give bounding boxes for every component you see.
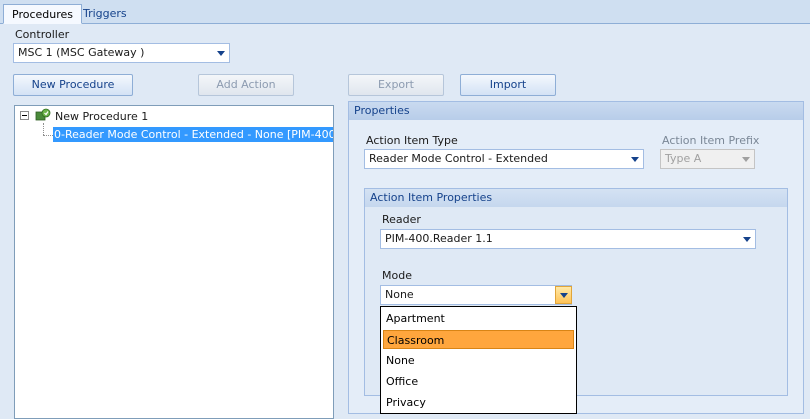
- action-item-prefix-value: Type A: [665, 152, 702, 165]
- chevron-down-icon: [217, 51, 225, 56]
- import-button[interactable]: Import: [460, 74, 556, 96]
- action-item-properties-header: Action Item Properties: [365, 189, 787, 207]
- tree-node-action[interactable]: 0-Reader Mode Control - Extended - None …: [53, 127, 333, 142]
- reader-select[interactable]: PIM-400.Reader 1.1: [380, 229, 756, 249]
- mode-select[interactable]: None: [380, 285, 572, 305]
- export-button[interactable]: Export: [348, 74, 444, 96]
- collapse-icon[interactable]: [20, 111, 29, 120]
- controller-select[interactable]: MSC 1 (MSC Gateway ): [13, 43, 230, 63]
- reader-value: PIM-400.Reader 1.1: [385, 232, 493, 245]
- tab-procedures[interactable]: Procedures: [3, 4, 82, 24]
- action-item-type-value: Reader Mode Control - Extended: [369, 152, 548, 165]
- procedure-tree[interactable]: New Procedure 1 0-Reader Mode Control - …: [14, 105, 334, 419]
- controller-label: Controller: [15, 28, 70, 41]
- chevron-down-icon: [743, 237, 751, 242]
- mode-option-none[interactable]: None: [383, 351, 574, 370]
- action-item-prefix-label: Action Item Prefix: [662, 134, 760, 147]
- tree-connector: [43, 123, 44, 135]
- mode-option-apartment[interactable]: Apartment: [383, 309, 574, 328]
- properties-header: Properties: [349, 102, 803, 120]
- mode-option-office[interactable]: Office: [383, 372, 574, 391]
- action-item-type-select[interactable]: Reader Mode Control - Extended: [364, 149, 644, 169]
- controller-value: MSC 1 (MSC Gateway ): [18, 46, 145, 59]
- tab-triggers[interactable]: Triggers: [75, 4, 135, 24]
- chevron-down-icon: [742, 157, 750, 162]
- mode-option-privacy[interactable]: Privacy: [383, 393, 574, 412]
- mode-label: Mode: [382, 269, 412, 282]
- mode-value: None: [385, 288, 414, 301]
- action-item-prefix-select[interactable]: Type A: [660, 149, 755, 169]
- chevron-down-icon: [631, 157, 639, 162]
- add-action-button[interactable]: Add Action: [198, 74, 294, 96]
- tree-node-root[interactable]: New Procedure 1: [55, 110, 148, 123]
- reader-label: Reader: [382, 213, 421, 226]
- new-procedure-button[interactable]: New Procedure: [13, 74, 133, 96]
- action-item-type-label: Action Item Type: [366, 134, 458, 147]
- procedure-icon: [35, 108, 51, 121]
- mode-dropdown-button[interactable]: [555, 286, 572, 304]
- mode-option-classroom[interactable]: Classroom: [383, 330, 574, 349]
- mode-dropdown-list[interactable]: Apartment Classroom None Office Privacy: [380, 306, 577, 414]
- tree-connector: [43, 135, 53, 136]
